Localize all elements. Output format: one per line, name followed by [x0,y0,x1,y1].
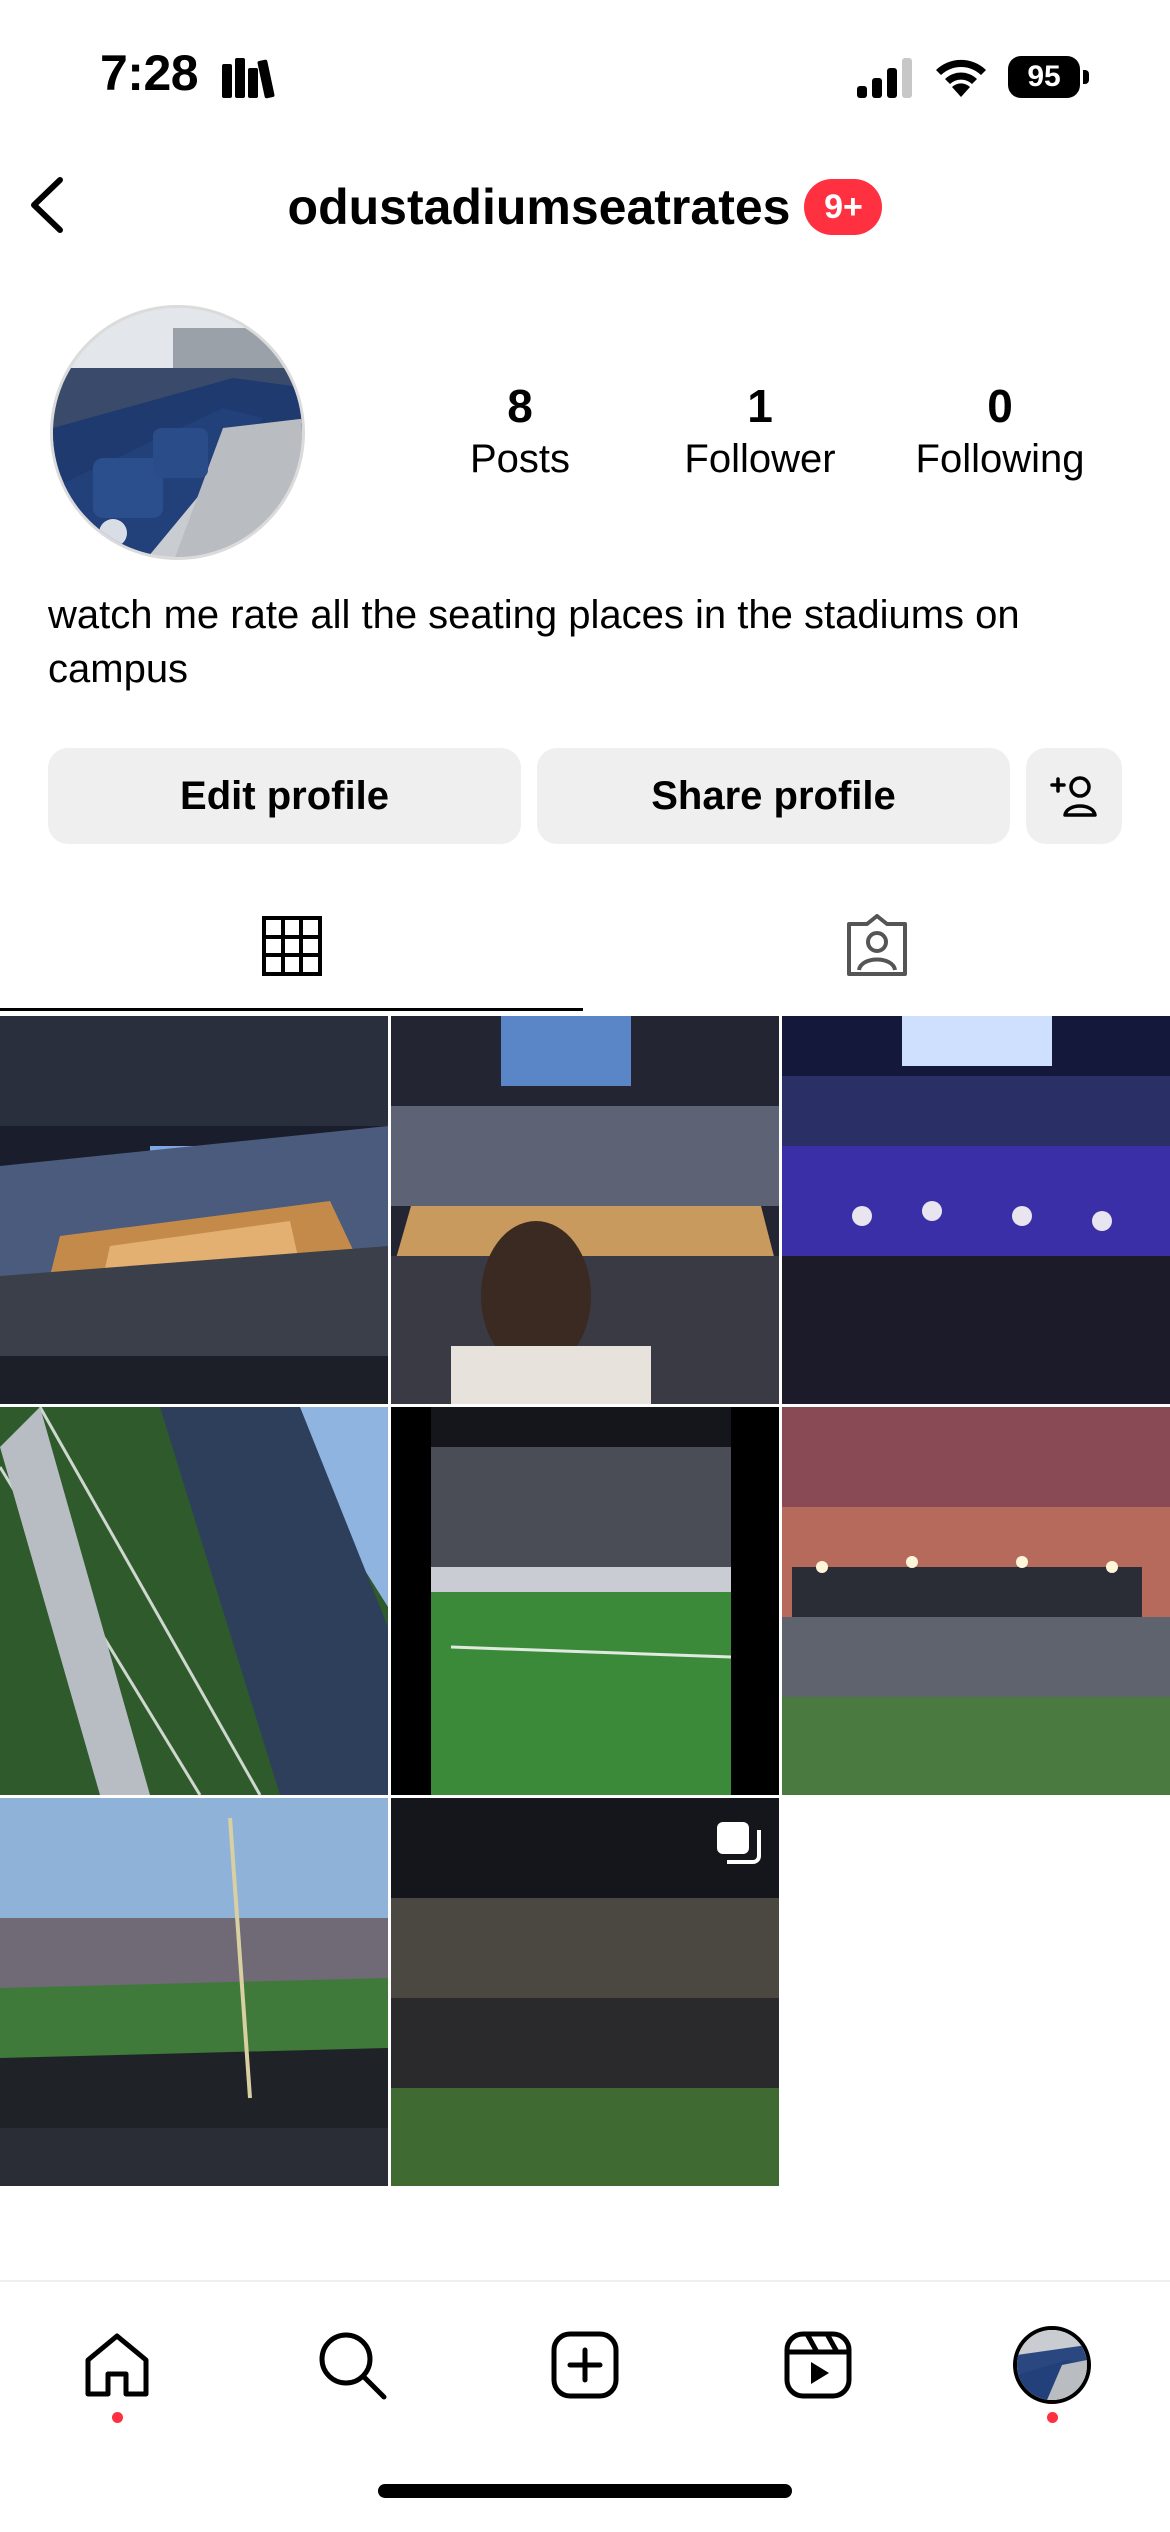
nav-home[interactable] [57,2305,177,2425]
following-count-label: Following [915,437,1085,481]
post-tile[interactable] [391,1407,779,1795]
cellular-signal-icon [857,58,912,98]
post-tile[interactable] [391,1016,779,1404]
active-tab-indicator [0,1008,583,1011]
post-tile[interactable] [782,1016,1170,1404]
tagged-icon [846,914,907,976]
followers-count-label: Follower [684,437,836,481]
reels-icon [784,2331,852,2399]
battery-level: 95 [1008,56,1080,98]
status-time: 7:28 [100,45,199,101]
following-count[interactable]: 0 Following [890,378,1110,484]
posts-count-label: Posts [469,437,571,481]
grid-icon [261,916,322,976]
post-image-arena-blue [782,1016,1170,1404]
profile-avatar-small [1013,2326,1091,2404]
nav-reels[interactable] [758,2305,878,2425]
post-image-basketball-court [391,1016,779,1404]
multiple-images-icon [717,1822,761,1864]
post-tile[interactable] [0,1407,388,1795]
discover-people-button[interactable] [1026,748,1122,844]
posts-count-value: 8 [507,380,533,432]
followers-count[interactable]: 1 Follower [650,378,870,484]
nav-profile[interactable] [992,2305,1112,2425]
avatar-thumbnail [1017,2330,1087,2400]
post-image-football-sideline [391,1407,779,1795]
post-tile[interactable] [782,1407,1170,1795]
post-tile[interactable] [391,1798,779,2186]
add-person-icon [1050,776,1097,817]
search-icon [319,2332,387,2400]
post-image-arena-basketball [0,1016,388,1404]
focus-mode-icon [222,58,275,99]
profile-header: odustadiumseatrates 9+ [0,178,1170,236]
avatar-image [53,308,302,557]
home-icon [85,2333,149,2397]
notification-badge: 9+ [804,179,883,235]
wifi-icon [936,59,986,97]
post-image-football-tilted [0,1407,388,1795]
followers-count-value: 1 [747,380,773,432]
share-profile-button[interactable]: Share profile [537,748,1010,844]
post-tile[interactable] [0,1798,388,2186]
profile-avatar[interactable] [50,305,305,560]
nav-search[interactable] [292,2305,412,2425]
username-switcher[interactable]: odustadiumseatrates 9+ [288,178,883,236]
nav-create[interactable] [525,2305,645,2425]
post-image-stadium-sunset [782,1407,1170,1795]
post-image-marching-band [0,1798,388,2186]
profile-username: odustadiumseatrates [287,179,791,235]
home-indicator [378,2484,792,2498]
tab-tagged[interactable] [583,880,1170,1012]
profile-bio: watch me rate all the seating places in … [48,593,1020,691]
battery-cap [1083,70,1089,84]
create-icon [551,2331,619,2399]
following-count-value: 0 [987,380,1013,432]
home-notification-dot [112,2412,123,2423]
posts-count[interactable]: 8 Posts [410,378,630,484]
battery-indicator: 95 [1008,56,1090,98]
edit-profile-button[interactable]: Edit profile [48,748,521,844]
post-tile[interactable] [0,1016,388,1404]
profile-notification-dot [1047,2412,1058,2423]
tab-posts-grid[interactable] [0,880,583,1012]
